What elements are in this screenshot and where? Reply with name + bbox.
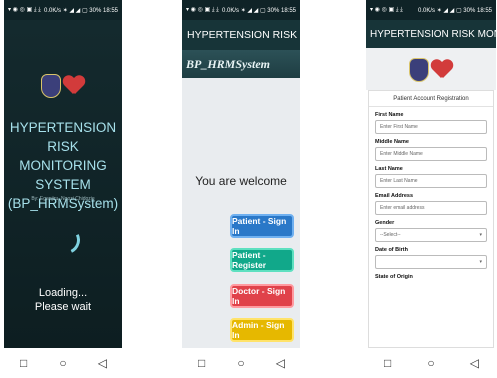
date-of-birth-select[interactable]: ▾ bbox=[375, 255, 487, 269]
heart-icon bbox=[63, 74, 85, 96]
first-name-input[interactable]: Enter First Name bbox=[375, 120, 487, 134]
app-bar-title: HYPERTENSION RISK MONITORI... bbox=[366, 20, 496, 48]
status-icons-right: 0.0K/s ✶ ◢ ◢ ▢ 30% 18:55 bbox=[222, 7, 296, 14]
navigation-bar: □ ○ ◁ bbox=[366, 348, 496, 378]
home-icon[interactable]: ○ bbox=[424, 356, 438, 370]
author-byline: By: Egenjiru, Ngozi Chidozie bbox=[31, 196, 95, 202]
admin-sign-in-button[interactable]: Admin - Sign In bbox=[230, 318, 294, 342]
doctor-sign-in-button[interactable]: Doctor - Sign In bbox=[230, 284, 294, 308]
field-label: Date of Birth bbox=[375, 247, 408, 253]
recents-icon[interactable]: □ bbox=[381, 356, 395, 370]
form-title: Patient Account Registration bbox=[369, 91, 493, 107]
input-placeholder: Enter email address bbox=[380, 205, 425, 211]
input-placeholder: Enter Last Name bbox=[380, 178, 418, 184]
welcome-text: You are welcome bbox=[195, 174, 287, 188]
dropdown-arrow-icon: ▾ bbox=[479, 259, 482, 265]
loading-label: Loading... bbox=[38, 287, 88, 299]
middle-name-field: Middle Name Enter Middle Name bbox=[375, 139, 487, 161]
email-input[interactable]: Enter email address bbox=[375, 201, 487, 215]
university-crest-icon bbox=[41, 74, 61, 98]
navigation-bar: □ ○ ◁ bbox=[182, 348, 300, 378]
field-label: Gender bbox=[375, 220, 395, 226]
field-label: First Name bbox=[375, 112, 404, 118]
middle-name-input[interactable]: Enter Middle Name bbox=[375, 147, 487, 161]
select-value: --Select-- bbox=[380, 232, 401, 238]
status-bar: ▾ ◉ ◎ ▣ ⤓ ⤓ 0.0K/s ✶ ◢ ◢ ▢ 30% 18:55 bbox=[4, 0, 122, 20]
header-banner bbox=[366, 48, 496, 90]
status-bar: ▾ ◉ ◎ ▣ ⤓ ⤓ 0.0K/s ✶ ◢ ◢ ▢ 30% 18:55 bbox=[366, 0, 496, 20]
patient-sign-in-button[interactable]: Patient - Sign In bbox=[230, 214, 294, 238]
university-crest-icon bbox=[409, 58, 429, 82]
recents-icon[interactable]: □ bbox=[17, 356, 31, 370]
home-icon[interactable]: ○ bbox=[56, 356, 70, 370]
date-of-birth-field: Date of Birth ▾ bbox=[375, 247, 487, 269]
input-placeholder: Enter First Name bbox=[380, 124, 418, 130]
app-subtitle: BP_HRMSystem bbox=[182, 50, 300, 78]
logos bbox=[4, 74, 122, 98]
back-icon[interactable]: ◁ bbox=[467, 356, 481, 370]
home-screen: ▾ ◉ ◎ ▣ ⤓ ⤓ 0.0K/s ✶ ◢ ◢ ▢ 30% 18:55 HYP… bbox=[182, 0, 300, 378]
logos bbox=[366, 58, 496, 82]
field-label: State of Origin bbox=[375, 274, 413, 280]
field-label: Middle Name bbox=[375, 139, 409, 145]
splash-screen: ▾ ◉ ◎ ▣ ⤓ ⤓ 0.0K/s ✶ ◢ ◢ ▢ 30% 18:55 HYP… bbox=[4, 0, 122, 378]
field-label: Last Name bbox=[375, 166, 403, 172]
loading-text: Loading... Please wait bbox=[4, 286, 122, 314]
back-icon[interactable]: ◁ bbox=[273, 356, 287, 370]
field-label: Email Address bbox=[375, 193, 414, 199]
wait-label: Please wait bbox=[34, 301, 92, 313]
recents-icon[interactable]: □ bbox=[195, 356, 209, 370]
status-icons-right: 0.0K/s ✶ ◢ ◢ ▢ 30% 18:55 bbox=[44, 7, 118, 14]
registration-screen: ▾ ◉ ◎ ▣ ⤓ ⤓ 0.0K/s ✶ ◢ ◢ ▢ 30% 18:55 HYP… bbox=[366, 0, 496, 378]
status-icons-left: ▾ ◉ ◎ ▣ ⤓ ⤓ bbox=[186, 7, 219, 13]
last-name-input[interactable]: Enter Last Name bbox=[375, 174, 487, 188]
navigation-bar: □ ○ ◁ bbox=[4, 348, 122, 378]
registration-form: Patient Account Registration First Name … bbox=[368, 90, 494, 348]
status-bar: ▾ ◉ ◎ ▣ ⤓ ⤓ 0.0K/s ✶ ◢ ◢ ▢ 30% 18:55 bbox=[182, 0, 300, 20]
heart-icon bbox=[431, 58, 453, 80]
status-icons-right: 0.0K/s ✶ ◢ ◢ ▢ 30% 18:55 bbox=[418, 7, 492, 14]
email-field: Email Address Enter email address bbox=[375, 193, 487, 215]
status-icons-left: ▾ ◉ ◎ ▣ ⤓ ⤓ bbox=[370, 7, 403, 13]
dropdown-arrow-icon: ▾ bbox=[479, 232, 482, 238]
last-name-field: Last Name Enter Last Name bbox=[375, 166, 487, 188]
patient-register-button[interactable]: Patient - Register bbox=[230, 248, 294, 272]
gender-select[interactable]: --Select-- ▾ bbox=[375, 228, 487, 242]
gender-field: Gender --Select-- ▾ bbox=[375, 220, 487, 242]
input-placeholder: Enter Middle Name bbox=[380, 151, 423, 157]
first-name-field: First Name Enter First Name bbox=[375, 112, 487, 134]
back-icon[interactable]: ◁ bbox=[95, 356, 109, 370]
status-icons-left: ▾ ◉ ◎ ▣ ⤓ ⤓ bbox=[8, 7, 41, 13]
app-bar-title: HYPERTENSION RISK MONITORI... bbox=[182, 20, 300, 50]
state-of-origin-field: State of Origin bbox=[375, 274, 487, 280]
home-icon[interactable]: ○ bbox=[234, 356, 248, 370]
